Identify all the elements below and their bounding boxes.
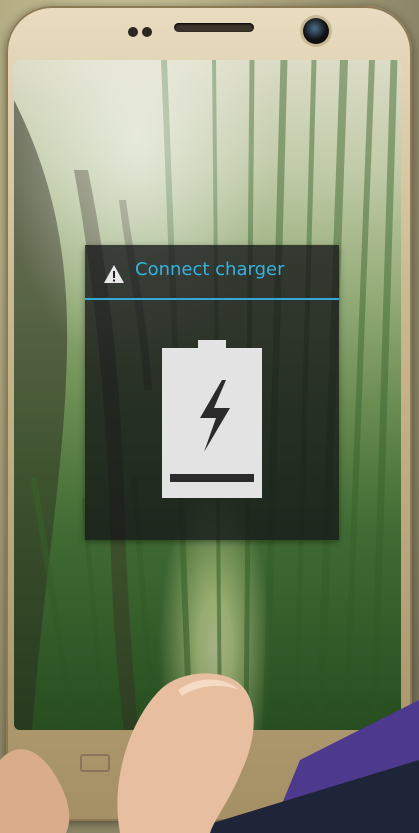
navigation-keys: ↩ [14, 740, 401, 780]
battery-charging-icon [162, 340, 262, 498]
dialog-divider [85, 298, 339, 300]
dialog-header: Connect charger [85, 245, 339, 298]
phone-screen: Connect charger [14, 60, 401, 730]
sensor-dots [128, 22, 156, 41]
front-camera [303, 18, 329, 44]
dialog-title: Connect charger [135, 259, 285, 280]
connect-charger-dialog: Connect charger [85, 245, 339, 540]
back-icon[interactable]: ↩ [334, 752, 349, 773]
recent-apps-icon[interactable] [80, 754, 110, 772]
earpiece-speaker [174, 23, 254, 32]
warning-icon [104, 265, 124, 283]
